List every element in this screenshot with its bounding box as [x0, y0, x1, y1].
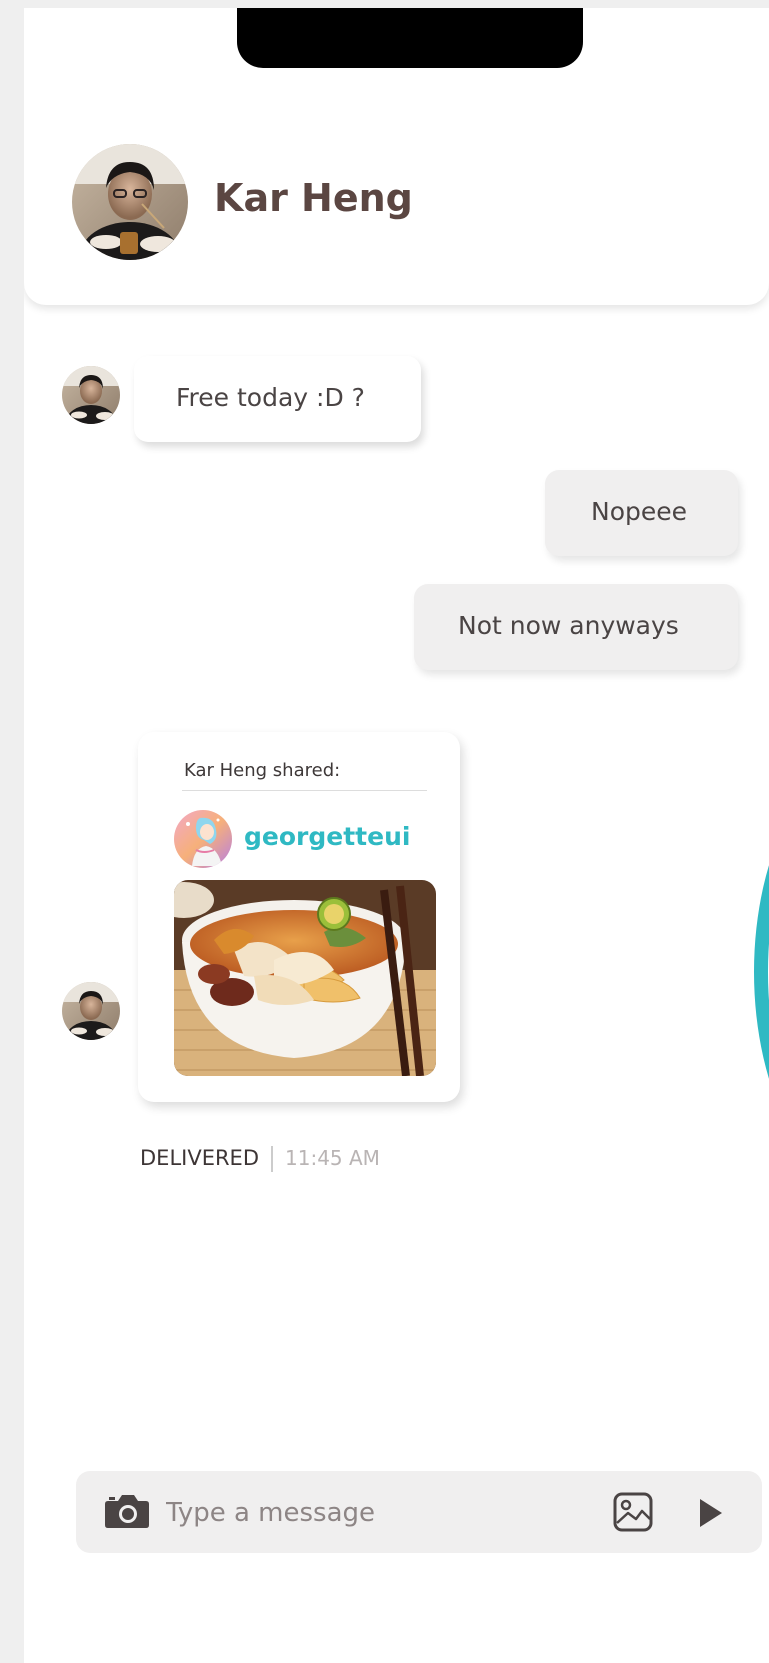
message-bubble-outgoing[interactable]: Not now anyways: [414, 584, 738, 670]
message-text: Free today :D ?: [176, 383, 365, 412]
shared-username[interactable]: georgetteui: [244, 822, 410, 851]
camera-icon[interactable]: [104, 1493, 150, 1529]
shared-user-avatar[interactable]: [174, 810, 232, 868]
phone-notch: [237, 8, 583, 68]
divider: [182, 790, 427, 791]
shared-post-image[interactable]: [174, 880, 436, 1076]
message-text: Not now anyways: [458, 611, 679, 640]
message-timestamp: 11:45 AM: [285, 1146, 380, 1170]
contact-name[interactable]: Kar Heng: [214, 176, 413, 220]
delivered-status: DELIVERED: [140, 1146, 259, 1170]
phone-screen: Kar Heng Free today :D ? Nopeee Not now …: [24, 8, 769, 1663]
message-text: Nopeee: [591, 497, 688, 526]
message-input[interactable]: [164, 1485, 568, 1541]
message-bubble-outgoing[interactable]: Nopeee: [545, 470, 738, 556]
sender-avatar[interactable]: [62, 982, 120, 1040]
decorative-arc: [754, 748, 769, 1196]
shared-post-label: Kar Heng shared:: [184, 760, 341, 781]
image-gallery-icon[interactable]: [612, 1491, 654, 1533]
message-composer: [76, 1471, 762, 1553]
contact-avatar[interactable]: [72, 144, 188, 260]
send-icon[interactable]: [696, 1497, 724, 1529]
shared-post-card[interactable]: Kar Heng shared: georgetteui: [138, 732, 460, 1102]
message-bubble-incoming[interactable]: Free today :D ?: [134, 356, 421, 442]
status-separator: [271, 1146, 273, 1172]
sender-avatar[interactable]: [62, 366, 120, 424]
message-status: DELIVERED 11:45 AM: [140, 1146, 380, 1172]
